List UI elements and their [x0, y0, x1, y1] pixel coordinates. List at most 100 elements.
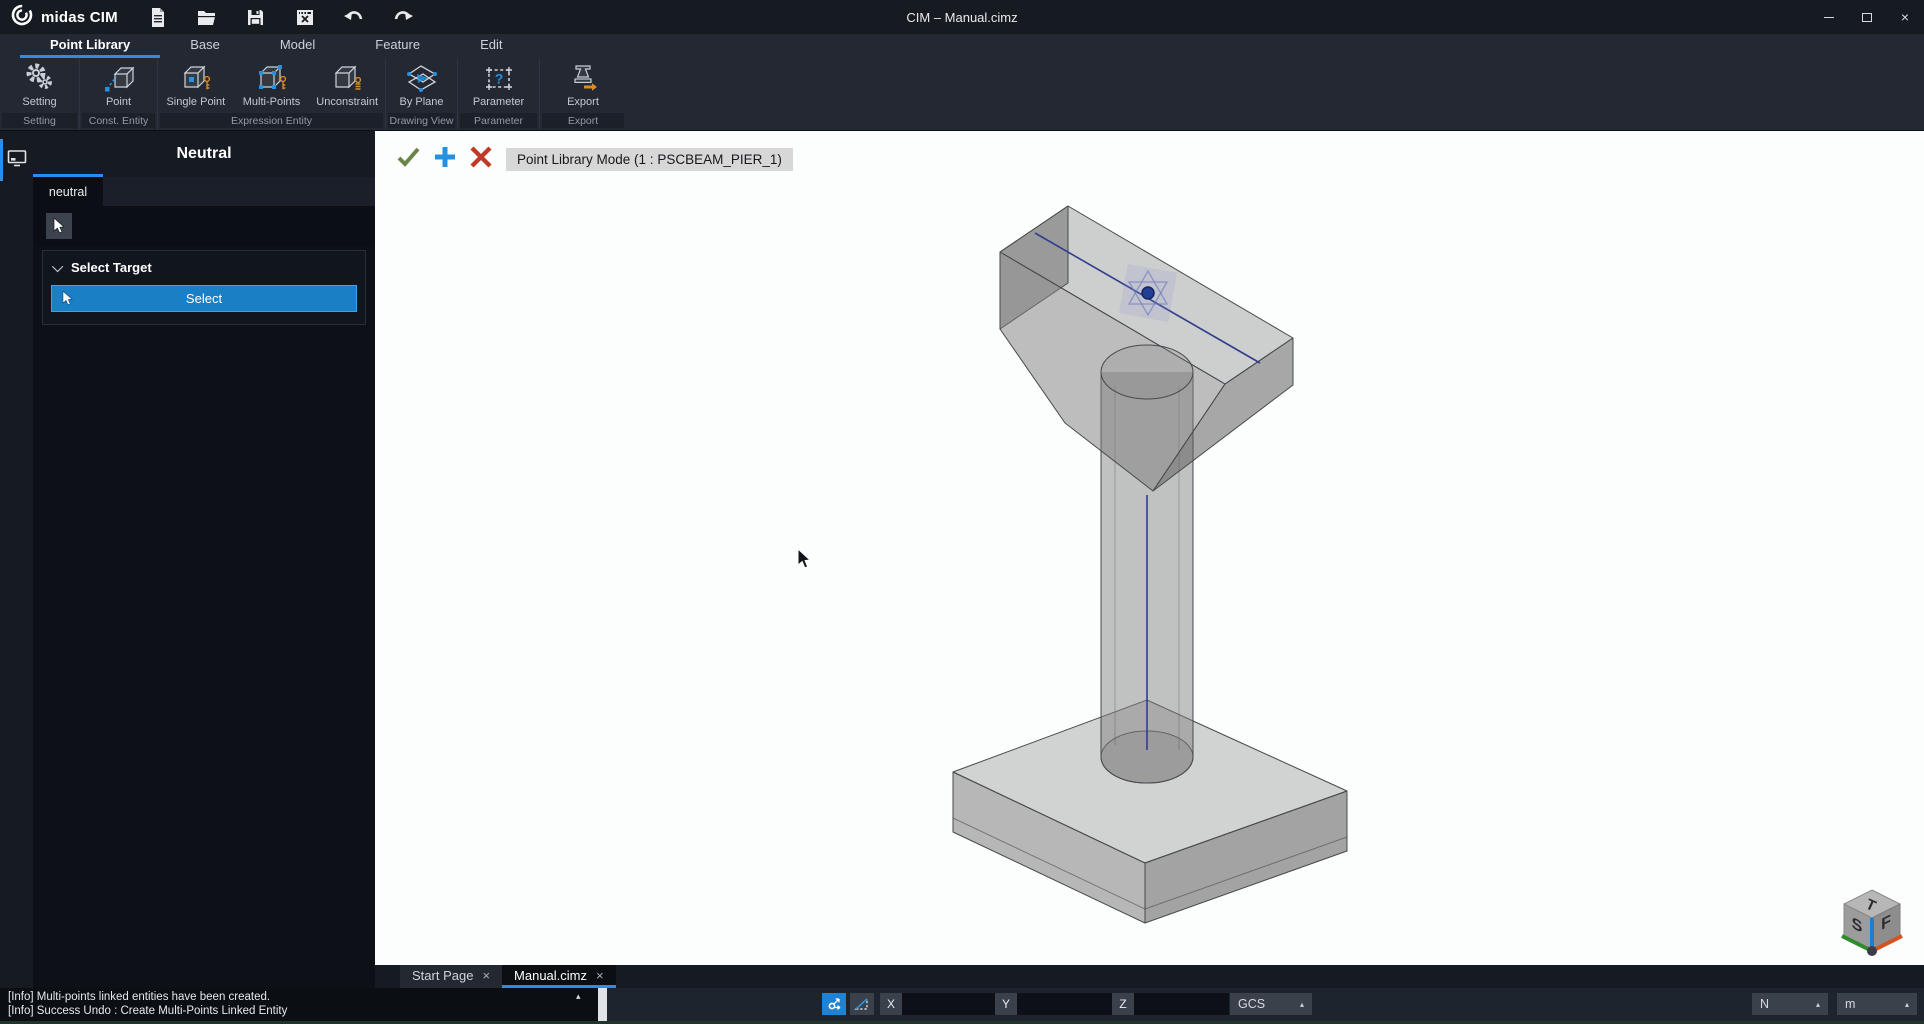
open-file-icon[interactable]	[197, 7, 217, 27]
point-icon	[102, 61, 136, 95]
length-unit-dropdown[interactable]: m ▴	[1837, 993, 1917, 1015]
menu-bar: Point Library Base Model Feature Edit	[0, 34, 1924, 58]
ribbon-group-label-const-entity: Const. Entity	[82, 113, 155, 128]
quick-access-toolbar	[148, 7, 413, 27]
close-icon[interactable]: ×	[596, 968, 604, 983]
ribbon-group-label-setting: Setting	[2, 113, 77, 128]
caret-up-icon: ▴	[1815, 999, 1820, 1009]
unconstraint-button[interactable]: Unconstraint	[309, 58, 385, 112]
y-coordinate-field: Y	[995, 993, 1112, 1015]
redo-icon[interactable]	[393, 7, 413, 27]
ribbon-group-label-expression-entity: Expression Entity	[160, 113, 383, 128]
x-coordinate-field: X	[880, 993, 997, 1015]
tab-base[interactable]: Base	[160, 34, 250, 58]
z-coordinate-field: Z	[1112, 993, 1229, 1015]
titlebar-left: midas CIM	[0, 3, 413, 32]
window-controls: ×	[1810, 0, 1924, 34]
single-point-button-label: Single Point	[166, 96, 226, 108]
minimize-button[interactable]	[1810, 0, 1848, 34]
by-plane-icon	[405, 61, 439, 95]
display-panel-icon[interactable]	[7, 149, 27, 173]
parameter-icon: ?	[482, 61, 516, 95]
caret-up-icon: ▴	[1299, 999, 1304, 1009]
angle-snap-icon[interactable]	[850, 993, 874, 1015]
midas-cim-window: midas CIM CIM – Manual.cimz × Point Libr…	[0, 0, 1924, 1024]
cursor-icon	[62, 291, 73, 306]
force-unit-value: N	[1760, 997, 1770, 1011]
status-bar: [Info] Multi-points linked entities have…	[0, 988, 1924, 1024]
select-button[interactable]: Select	[51, 285, 357, 312]
ribbon-group-label-drawing-view: Drawing View	[388, 113, 455, 128]
doc-tab-manual-cimz[interactable]: Manual.cimz ×	[502, 965, 616, 988]
log-message: [Info] Multi-points linked entities have…	[8, 991, 271, 1003]
panel-toolbar	[33, 206, 375, 246]
x-coordinate-input[interactable]	[902, 993, 997, 1015]
tab-edit[interactable]: Edit	[450, 34, 532, 58]
cursor-icon	[53, 218, 65, 234]
doc-tab-start-page[interactable]: Start Page ×	[400, 965, 503, 988]
ribbon-group-drawing-view: By Plane Drawing View	[386, 58, 458, 130]
select-target-title: Select Target	[71, 260, 152, 275]
tab-feature[interactable]: Feature	[345, 34, 450, 58]
point-button[interactable]: Point	[80, 58, 157, 112]
maximize-button[interactable]	[1848, 0, 1886, 34]
tab-point-library[interactable]: Point Library	[20, 34, 161, 58]
expand-log-icon[interactable]: ▴	[576, 991, 581, 1002]
export-button[interactable]: Export	[540, 58, 626, 112]
model-viewport[interactable]: Point Library Mode (1 : PSCBEAM_PIER_1)	[375, 131, 1924, 965]
multi-points-button[interactable]: Multi-Points	[234, 58, 310, 112]
confirm-check-icon[interactable]	[397, 146, 420, 173]
new-file-icon[interactable]	[148, 7, 168, 27]
ribbon-group-export: Export Export	[540, 58, 626, 130]
parameter-button-label: Parameter	[472, 96, 525, 108]
by-plane-button[interactable]: By Plane	[386, 58, 457, 112]
ribbon-group-parameter: ? Parameter Parameter	[458, 58, 540, 130]
tab-neutral[interactable]: neutral	[33, 177, 103, 206]
z-coordinate-input[interactable]	[1134, 993, 1229, 1015]
active-dock-indicator	[0, 139, 3, 181]
parameter-button[interactable]: ? Parameter	[458, 58, 539, 112]
cancel-cross-icon[interactable]	[470, 146, 492, 173]
snap-toggle-button[interactable]	[822, 993, 874, 1015]
snap-point-icon[interactable]	[822, 993, 846, 1015]
select-target-section: Select Target Select	[42, 250, 366, 325]
single-point-button[interactable]: Single Point	[158, 58, 234, 112]
save-file-icon[interactable]	[246, 7, 266, 27]
ribbon-group-const-entity: Point Const. Entity	[80, 58, 158, 130]
panel-tab-bar: neutral	[33, 177, 375, 206]
unconstraint-button-label: Unconstraint	[316, 96, 379, 108]
view-cube[interactable]: T S F	[1840, 888, 1904, 958]
undo-icon[interactable]	[343, 7, 364, 27]
mouse-cursor	[797, 549, 812, 569]
select-target-header[interactable]: Select Target	[51, 260, 357, 275]
setting-button[interactable]: Setting	[0, 58, 79, 112]
tab-model[interactable]: Model	[250, 34, 345, 58]
y-coordinate-input[interactable]	[1017, 993, 1112, 1015]
neutral-panel: Neutral neutral Select Target Select	[33, 131, 375, 988]
add-point-icon[interactable]	[434, 146, 456, 173]
chevron-down-icon	[51, 260, 64, 272]
force-unit-dropdown[interactable]: N ▴	[1752, 993, 1828, 1015]
pier-3d-model[interactable]	[945, 205, 1365, 935]
svg-text:?: ?	[494, 71, 503, 87]
message-log[interactable]: [Info] Multi-points linked entities have…	[0, 988, 598, 1021]
log-message: [Info] Success Undo : Create Multi-Point…	[8, 1005, 288, 1017]
panel-title: Neutral	[176, 145, 232, 162]
by-plane-button-label: By Plane	[399, 96, 444, 108]
mode-toolbar: Point Library Mode (1 : PSCBEAM_PIER_1)	[397, 146, 793, 173]
setting-icon	[23, 61, 57, 95]
pick-cursor-button[interactable]	[46, 213, 72, 239]
coordinate-system-dropdown[interactable]: GCS ▴	[1230, 993, 1312, 1015]
side-dock-strip	[0, 131, 33, 988]
doc-tab-label: Start Page	[412, 967, 474, 983]
point-button-label: Point	[105, 96, 132, 108]
caret-up-icon: ▴	[1904, 999, 1909, 1009]
close-icon[interactable]: ×	[482, 968, 490, 983]
log-scrollbar[interactable]	[598, 988, 607, 1021]
multi-points-icon	[255, 61, 289, 95]
export-button-label: Export	[567, 96, 599, 108]
titlebar: midas CIM CIM – Manual.cimz ×	[0, 0, 1924, 34]
ribbon-group-label-export: Export	[542, 113, 624, 128]
close-window-icon[interactable]	[295, 7, 315, 27]
close-button[interactable]: ×	[1886, 0, 1924, 34]
